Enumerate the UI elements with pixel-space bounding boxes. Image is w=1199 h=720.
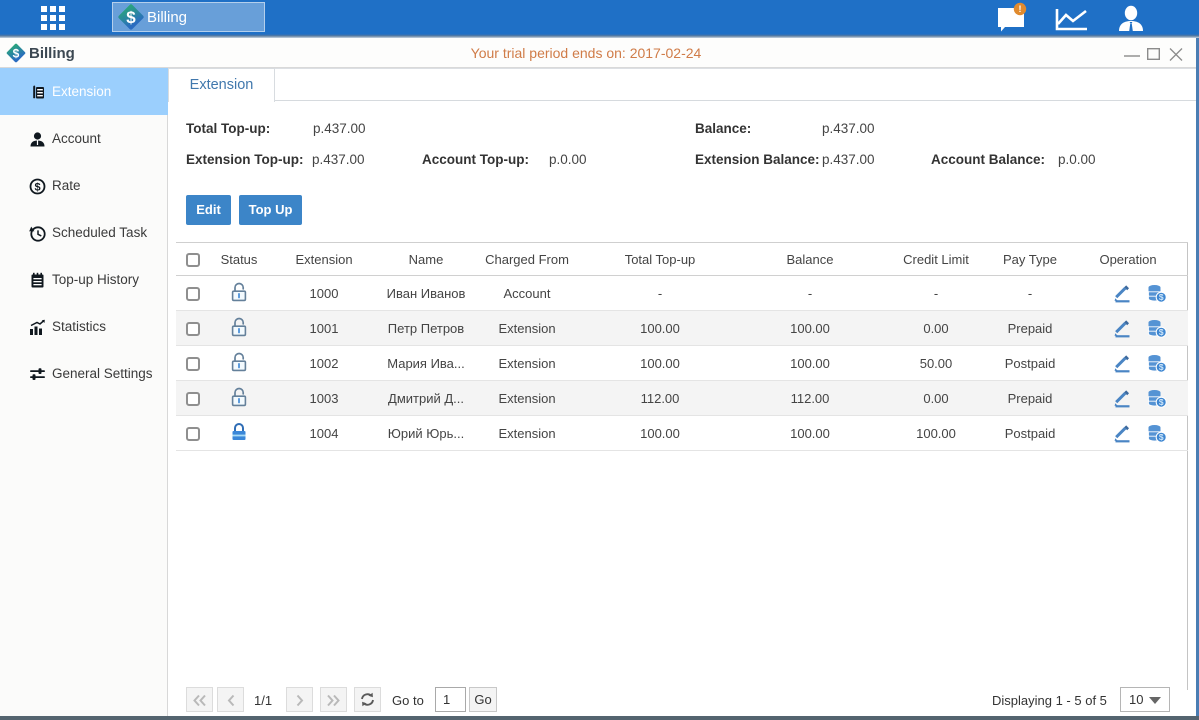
svg-text:$: $ bbox=[126, 8, 136, 27]
svg-text:$: $ bbox=[1159, 397, 1164, 407]
svg-text:$: $ bbox=[1159, 432, 1164, 442]
svg-text:$: $ bbox=[1159, 362, 1164, 372]
svg-text:!: ! bbox=[1019, 4, 1022, 14]
svg-text:$: $ bbox=[34, 182, 40, 194]
svg-text:$: $ bbox=[1159, 292, 1164, 302]
svg-text:$: $ bbox=[1159, 327, 1164, 337]
